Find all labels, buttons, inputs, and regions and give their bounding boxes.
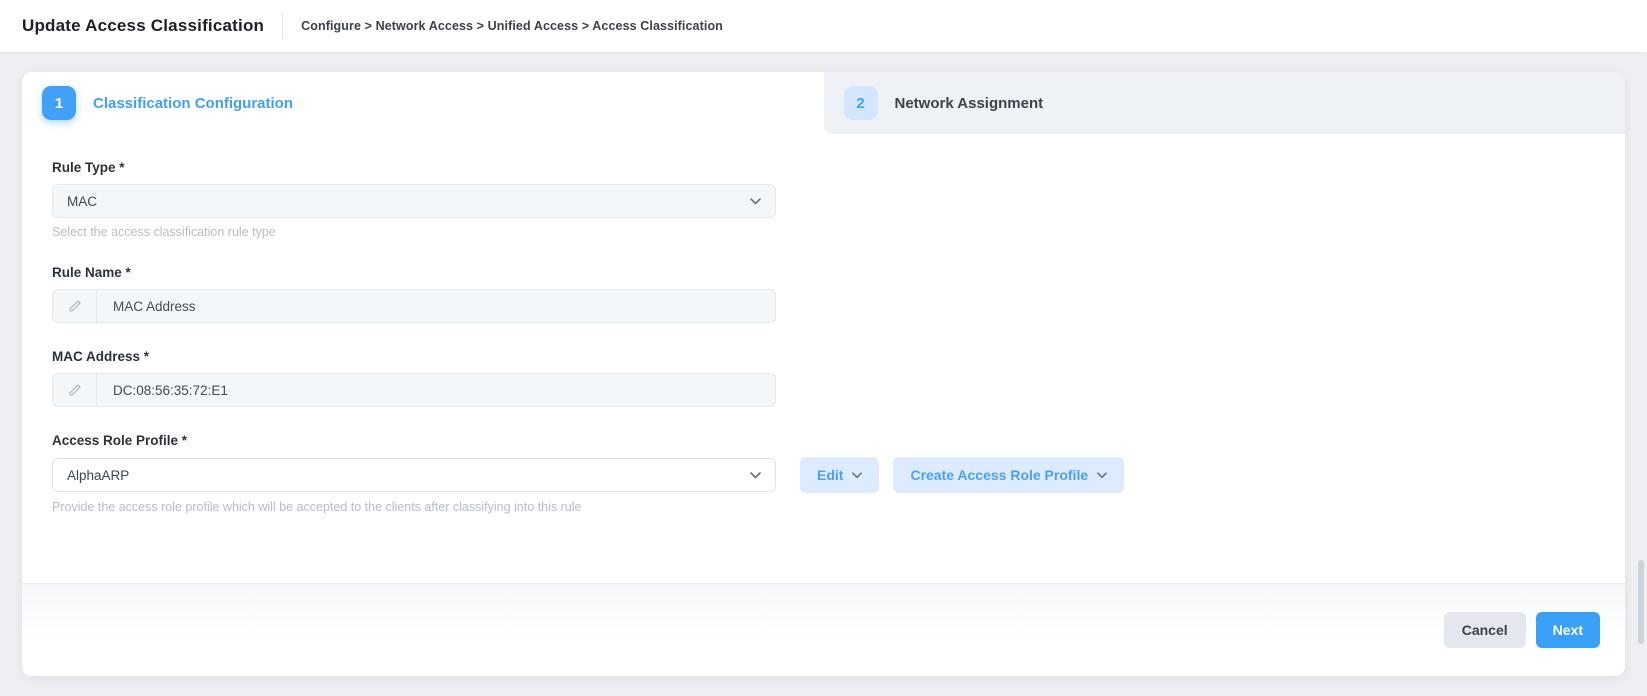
- chevron-down-icon: [750, 198, 761, 205]
- tab-classification-configuration[interactable]: 1 Classification Configuration: [22, 72, 824, 134]
- tab-network-assignment[interactable]: 2 Network Assignment: [824, 72, 1626, 134]
- mac-address-group: MAC Address * DC:08:56:35:72:E1: [52, 349, 1595, 407]
- pencil-icon: [53, 290, 97, 322]
- rule-type-group: Rule Type * MAC Select the access classi…: [52, 160, 1595, 239]
- wizard-footer: Cancel Next: [22, 583, 1625, 676]
- access-role-profile-row: AlphaARP Edit Create Access Role Profile: [52, 457, 1595, 493]
- breadcrumb[interactable]: Configure > Network Access > Unified Acc…: [301, 19, 723, 33]
- rule-name-input[interactable]: MAC Address: [52, 289, 776, 323]
- header-divider: [282, 13, 283, 39]
- cancel-button[interactable]: Cancel: [1444, 612, 1526, 648]
- rule-type-select[interactable]: MAC: [52, 184, 776, 218]
- rule-type-helper: Select the access classification rule ty…: [52, 225, 1595, 239]
- rule-name-value: MAC Address: [97, 299, 212, 314]
- wizard-steps: 1 Classification Configuration 2 Network…: [22, 72, 1625, 134]
- mac-address-input[interactable]: DC:08:56:35:72:E1: [52, 373, 776, 407]
- create-access-role-profile-button[interactable]: Create Access Role Profile: [893, 457, 1124, 493]
- step-2-badge: 2: [844, 86, 878, 120]
- rule-type-value: MAC: [67, 194, 97, 209]
- next-button[interactable]: Next: [1536, 612, 1600, 648]
- step-2-label: Network Assignment: [895, 95, 1044, 112]
- chevron-down-icon: [750, 472, 761, 479]
- mac-address-value: DC:08:56:35:72:E1: [97, 383, 244, 398]
- chevron-down-icon: [852, 472, 862, 479]
- chevron-down-icon: [1097, 472, 1107, 479]
- create-access-role-profile-label: Create Access Role Profile: [910, 467, 1088, 483]
- rule-name-group: Rule Name * MAC Address: [52, 265, 1595, 323]
- page-title: Update Access Classification: [22, 16, 264, 36]
- rule-name-label: Rule Name *: [52, 265, 1595, 280]
- access-role-profile-helper: Provide the access role profile which wi…: [52, 500, 1595, 514]
- edit-button[interactable]: Edit: [800, 457, 879, 493]
- access-role-profile-value: AlphaARP: [67, 468, 129, 483]
- wizard-card: 1 Classification Configuration 2 Network…: [22, 72, 1625, 676]
- step-1-badge: 1: [42, 86, 76, 120]
- page-header: Update Access Classification Configure >…: [0, 0, 1647, 52]
- edit-button-label: Edit: [817, 467, 843, 483]
- pencil-icon: [53, 374, 97, 406]
- step-1-label: Classification Configuration: [93, 95, 293, 112]
- classification-form: Rule Type * MAC Select the access classi…: [22, 134, 1625, 583]
- mac-address-label: MAC Address *: [52, 349, 1595, 364]
- access-role-profile-label: Access Role Profile *: [52, 433, 1595, 448]
- access-role-profile-group: Access Role Profile * AlphaARP Edit Crea…: [52, 433, 1595, 514]
- access-role-profile-select[interactable]: AlphaARP: [52, 458, 776, 492]
- vertical-scrollbar-thumb[interactable]: [1638, 560, 1644, 644]
- rule-type-label: Rule Type *: [52, 160, 1595, 175]
